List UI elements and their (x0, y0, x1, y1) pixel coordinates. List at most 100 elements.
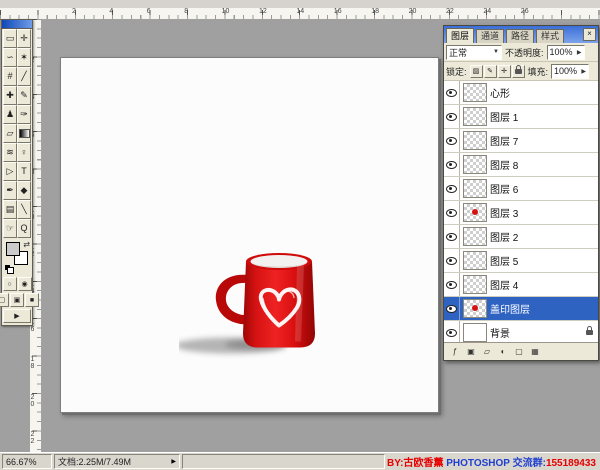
slice-tool[interactable]: ╱ (17, 67, 31, 86)
layer-name[interactable]: 图层 4 (490, 277, 598, 292)
layers-tabs: 图层通道路径样式 (446, 28, 583, 43)
layer-name[interactable]: 图层 2 (490, 229, 598, 244)
jump-to-imageready-button[interactable]: ▶ (3, 309, 31, 323)
gradient-swatch-icon (19, 129, 30, 138)
layer-set-button[interactable]: ▱ (480, 346, 494, 358)
visibility-toggle[interactable] (444, 201, 460, 224)
visibility-toggle[interactable] (444, 321, 460, 342)
tab-样式[interactable]: 样式 (536, 29, 564, 43)
visibility-toggle[interactable] (444, 297, 460, 320)
new-layer-button[interactable]: ▢ (512, 346, 526, 358)
dodge-tool[interactable]: ♀ (17, 143, 31, 162)
crop-tool[interactable]: # (3, 67, 17, 86)
mug-body (243, 262, 315, 348)
delete-layer-button[interactable]: ▦ (528, 346, 542, 358)
fill-input[interactable]: 100% ▶ (551, 64, 589, 79)
fill-popup-arrow-icon: ▶ (581, 68, 586, 75)
layer-row[interactable]: 背景 (444, 321, 598, 342)
status-menu-arrow-icon[interactable]: ▶ (171, 458, 176, 465)
quick-mask-mode-button[interactable]: ◉ (18, 277, 32, 291)
eye-icon (446, 281, 457, 289)
visibility-toggle[interactable] (444, 129, 460, 152)
visibility-toggle[interactable] (444, 273, 460, 296)
layer-name[interactable]: 图层 5 (490, 253, 598, 268)
move-tool[interactable]: ✛ (17, 29, 31, 48)
layer-row[interactable]: 图层 6 (444, 177, 598, 201)
zoom-tool[interactable]: Q (17, 219, 31, 238)
quick-mask-row: ○◉ (2, 277, 32, 291)
eyedropper-tool[interactable]: ╲ (17, 200, 31, 219)
visibility-toggle[interactable] (444, 153, 460, 176)
layer-row[interactable]: 图层 5 (444, 249, 598, 273)
fullscreen-button[interactable]: ■ (25, 293, 39, 307)
eraser-tool[interactable]: ▱ (3, 124, 17, 143)
lock-transparency-icon[interactable]: ▨ (470, 65, 483, 78)
switch-colors-icon[interactable]: ⇄ (23, 241, 30, 249)
rectangular-marquee-tool[interactable]: ▭ (3, 29, 17, 48)
tab-图层[interactable]: 图层 (446, 28, 474, 43)
layer-name[interactable]: 心形 (490, 85, 598, 100)
lasso-tool[interactable]: ∽ (3, 48, 17, 67)
blend-mode-select[interactable]: 正常 ▼ (446, 45, 502, 60)
photoshop-window: 2468101214161820222426 24681012141618202… (0, 0, 600, 470)
visibility-toggle[interactable] (444, 81, 460, 104)
lock-all-icon[interactable] (512, 65, 525, 78)
hand-tool[interactable]: ☞ (3, 219, 17, 238)
eye-icon (446, 113, 457, 121)
notes-tool[interactable]: ▤ (3, 200, 17, 219)
layer-name[interactable]: 背景 (490, 325, 586, 340)
layer-row[interactable]: 图层 7 (444, 129, 598, 153)
layer-thumbnail (463, 203, 487, 222)
default-colors-icon[interactable] (5, 265, 14, 274)
ruler-left-number: 22 (30, 431, 34, 445)
tab-路径[interactable]: 路径 (506, 29, 534, 43)
layer-style-button[interactable]: ƒ (448, 346, 462, 358)
shape-tool[interactable]: ◆ (17, 181, 31, 200)
layer-name[interactable]: 图层 6 (490, 181, 598, 196)
layer-row[interactable]: 图层 8 (444, 153, 598, 177)
visibility-toggle[interactable] (444, 225, 460, 248)
visibility-toggle[interactable] (444, 177, 460, 200)
history-brush-tool[interactable]: ✑ (17, 105, 31, 124)
zoom-level[interactable]: 66.67% (2, 454, 52, 469)
magic-wand-tool[interactable]: ✶ (17, 48, 31, 67)
layer-name[interactable]: 图层 1 (490, 109, 598, 124)
gradient-tool[interactable] (17, 124, 31, 143)
layer-row[interactable]: 图层 3 (444, 201, 598, 225)
layer-row[interactable]: 图层 1 (444, 105, 598, 129)
layer-row[interactable]: 盖印图层 (444, 297, 598, 321)
lock-pixels-icon[interactable]: ✎ (484, 65, 497, 78)
pen-tool[interactable]: ✒ (3, 181, 17, 200)
toolbox-titlebar[interactable] (2, 20, 32, 29)
layer-name[interactable]: 图层 3 (490, 205, 598, 220)
document-canvas[interactable] (60, 57, 439, 413)
red-mug-artwork (179, 244, 344, 359)
layer-row[interactable]: 图层 2 (444, 225, 598, 249)
layer-mask-button[interactable]: ▣ (464, 346, 478, 358)
imageready-row: ▶ (2, 309, 32, 323)
close-icon[interactable]: × (583, 28, 596, 41)
fullscreen-menubar-button[interactable]: ▣ (10, 293, 24, 307)
blur-tool[interactable]: ≋ (3, 143, 17, 162)
brush-tool[interactable]: ✎ (17, 86, 31, 105)
layer-row[interactable]: 心形 (444, 81, 598, 105)
adjustment-layer-button[interactable]: ◐ (496, 346, 510, 358)
layer-name[interactable]: 图层 8 (490, 157, 598, 172)
tab-通道[interactable]: 通道 (476, 29, 504, 43)
layer-name[interactable]: 盖印图层 (490, 301, 598, 316)
healing-brush-tool[interactable]: ✚ (3, 86, 17, 105)
clone-stamp-tool[interactable]: ♟ (3, 105, 17, 124)
standard-screen-button[interactable]: ▢ (0, 293, 9, 307)
visibility-toggle[interactable] (444, 105, 460, 128)
layer-row[interactable]: 图层 4 (444, 273, 598, 297)
opacity-input[interactable]: 100% ▶ (547, 45, 585, 60)
layer-name[interactable]: 图层 7 (490, 133, 598, 148)
path-selection-tool[interactable]: ▷ (3, 162, 17, 181)
standard-mode-button[interactable]: ○ (3, 277, 17, 291)
fill-value: 100% (554, 66, 577, 76)
foreground-color-swatch[interactable] (6, 242, 20, 256)
layer-thumbnail (463, 155, 487, 174)
visibility-toggle[interactable] (444, 249, 460, 272)
type-tool[interactable]: T (17, 162, 31, 181)
lock-position-icon[interactable]: ✛ (498, 65, 511, 78)
